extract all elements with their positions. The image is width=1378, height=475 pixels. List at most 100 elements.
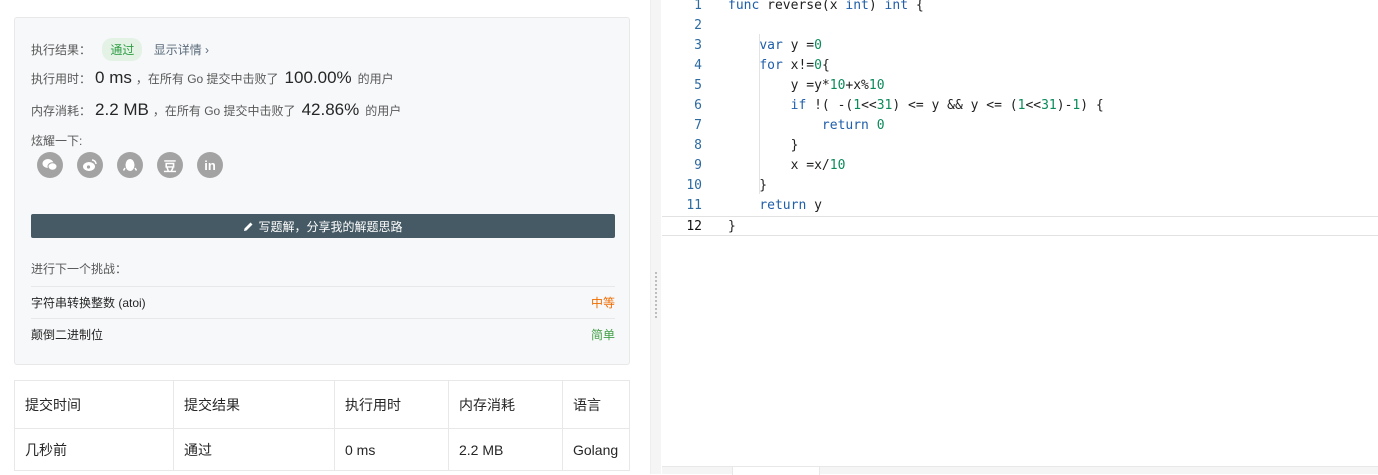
pencil-icon	[244, 222, 253, 231]
code-line[interactable]: 8 }	[662, 136, 1378, 156]
write-solution-button[interactable]: 写题解，分享我的解题思路	[31, 214, 615, 238]
code-token: y	[806, 198, 822, 213]
header-submit-time: 提交时间	[14, 380, 174, 429]
code-token: x!=	[782, 58, 815, 73]
code-line[interactable]: 7 return 0	[662, 116, 1378, 136]
code-number: 31	[1041, 98, 1057, 113]
header-submit-result: 提交结果	[173, 380, 335, 429]
code-token: x =x/	[728, 158, 830, 173]
code-text[interactable]: }	[728, 136, 799, 156]
code-token: reverse(x	[759, 0, 846, 13]
table-row: 几秒前 通过 0 ms 2.2 MB Golang	[14, 428, 630, 471]
weibo-icon[interactable]	[77, 152, 103, 178]
wechat-icon[interactable]	[37, 152, 63, 178]
code-token: }	[728, 219, 736, 234]
cell-runtime: 0 ms	[334, 428, 449, 471]
code-keyword: if	[790, 98, 807, 113]
line-number: 3	[694, 38, 702, 53]
code-token: {	[821, 58, 830, 73]
challenge-title[interactable]: 颠倒二进制位	[31, 326, 103, 343]
challenge-item[interactable]: 字符串转换整数 (atoi) 中等	[31, 286, 615, 318]
code-token: ) {	[1080, 98, 1104, 113]
qq-icon[interactable]	[117, 152, 143, 178]
header-runtime: 执行用时	[334, 380, 449, 429]
memory-suffix: 的用户	[365, 104, 402, 118]
code-line[interactable]: 3 var y =0	[662, 36, 1378, 56]
panel-divider[interactable]	[650, 0, 661, 474]
code-line[interactable]: 6 if !( -(1<<31) <= y && y <= (1<<31)-1)…	[662, 96, 1378, 116]
code-text[interactable]: return y	[728, 196, 822, 216]
code-line[interactable]: 2	[662, 16, 1378, 36]
code-text[interactable]: }	[728, 176, 767, 196]
code-line[interactable]: 9 x =x/10	[662, 156, 1378, 176]
line-number: 6	[694, 98, 702, 113]
memory-label: 内存消耗：	[31, 104, 92, 118]
code-number: 1	[853, 98, 862, 113]
code-line[interactable]: 1 func reverse(x int) int {	[662, 0, 1378, 16]
difficulty-badge: 中等	[590, 296, 615, 310]
code-line[interactable]: 5 y =y*10+x%10	[662, 76, 1378, 96]
cell-language: Golang	[562, 428, 630, 471]
douban-icon[interactable]: 豆	[157, 152, 183, 178]
code-text[interactable]: if !( -(1<<31) <= y && y <= (1<<31)-1) {	[728, 96, 1104, 116]
header-language: 语言	[562, 380, 630, 429]
code-editor[interactable]: 1 func reverse(x int) int {2 3 var y =0 4 f…	[662, 0, 1378, 475]
show-details-link[interactable]: 显示详情 ›	[154, 43, 209, 57]
code-number: 0	[814, 38, 822, 53]
code-number: 31	[876, 98, 893, 113]
cell-memory: 2.2 MB	[448, 428, 563, 471]
submissions-table: 提交时间 提交结果 执行用时 内存消耗 语言 几秒前 通过 0 ms 2.2 M…	[14, 380, 630, 471]
code-keyword: func	[728, 0, 760, 13]
line-number: 2	[694, 18, 702, 33]
submission-panel: 执行结果： 通过 显示详情 › 执行用时： 0 ms ，在所有 Go 提交中击败了 1…	[0, 0, 648, 474]
code-keyword: var	[759, 38, 783, 53]
code-text[interactable]: func reverse(x int) int {	[728, 0, 924, 16]
runtime-mid-text: ，在所有 Go 提交中击败了	[135, 72, 279, 86]
code-keyword: return	[821, 118, 869, 133]
code-token: {	[908, 0, 924, 13]
code-token: ) <= y && y <= (	[892, 98, 1018, 113]
share-label: 炫耀一下:	[31, 134, 83, 148]
code-line[interactable]: 10 }	[662, 176, 1378, 196]
line-number: 8	[694, 138, 702, 153]
code-number: 0	[876, 118, 885, 133]
linkedin-icon[interactable]: in	[197, 152, 223, 178]
status-label: 执行结果：	[31, 43, 92, 57]
memory-percent: 42.86%	[301, 100, 360, 119]
code-keyword: int	[845, 0, 869, 13]
memory-row: 内存消耗： 2.2 MB ，在所有 Go 提交中击败了 42.86% 的用户	[31, 100, 401, 120]
code-text[interactable]: }	[728, 217, 736, 237]
runtime-value: 0 ms	[95, 68, 132, 87]
cell-result-link[interactable]: 通过	[173, 428, 335, 471]
difficulty-badge: 简单	[590, 328, 615, 342]
line-number: 11	[686, 198, 702, 213]
code-text[interactable]: x =x/10	[728, 156, 846, 176]
code-lines[interactable]: 1 func reverse(x int) int {2 3 var y =0 4 f…	[662, 0, 1378, 236]
memory-mid-text: ，在所有 Go 提交中击败了	[152, 104, 296, 118]
code-text[interactable]: y =y*10+x%10	[728, 76, 885, 96]
code-keyword: int	[884, 0, 909, 13]
code-number: 10	[868, 78, 885, 93]
code-line[interactable]: 12}	[662, 216, 1378, 236]
code-line[interactable]: 11 return y	[662, 196, 1378, 216]
code-number: 10	[829, 158, 846, 173]
code-text[interactable]: var y =0	[728, 36, 822, 56]
code-text[interactable]: return 0	[728, 116, 885, 136]
code-text[interactable]: for x!=0{	[728, 56, 830, 76]
line-number: 9	[694, 158, 702, 173]
code-token: )	[868, 0, 885, 13]
table-header-row: 提交时间 提交结果 执行用时 内存消耗 语言	[14, 380, 630, 429]
next-challenge-label: 进行下一个挑战：	[31, 262, 128, 276]
code-line[interactable]: 4 for x!=0{	[662, 56, 1378, 76]
editor-bottom-bar	[662, 466, 1378, 475]
code-token: y =	[782, 38, 815, 53]
code-token: <<	[1025, 98, 1042, 113]
challenge-item[interactable]: 颠倒二进制位 简单	[31, 318, 615, 350]
challenge-title[interactable]: 字符串转换整数 (atoi)	[31, 294, 146, 311]
code-token: <<	[861, 98, 877, 113]
drag-handle[interactable]	[655, 272, 657, 318]
